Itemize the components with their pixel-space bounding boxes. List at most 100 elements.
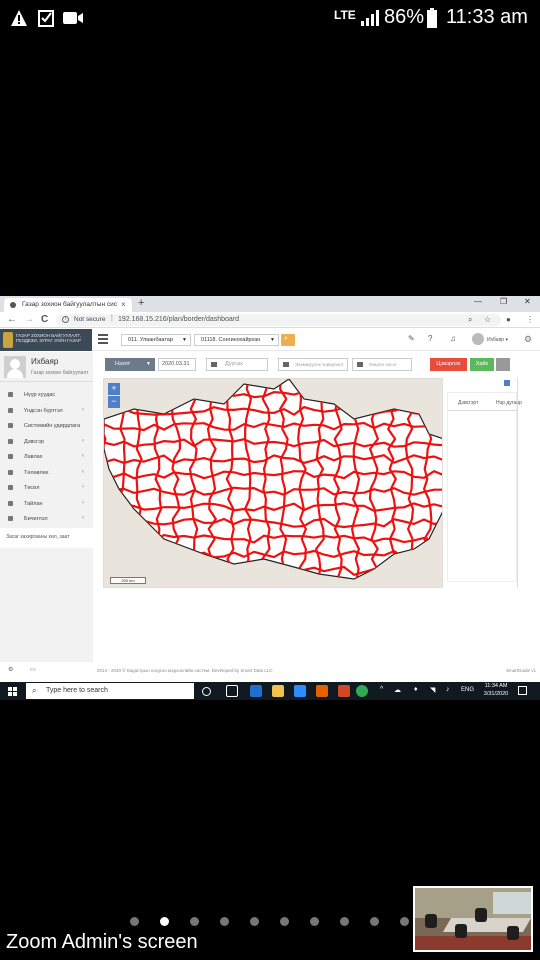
- task-view-icon[interactable]: [226, 685, 238, 697]
- sidebar-item-home[interactable]: Нүүр хуудас: [0, 388, 93, 404]
- boundary-line: [104, 565, 442, 576]
- sidebar-item-system[interactable]: Системийн удирдлага: [0, 419, 93, 435]
- sidebar-item-report[interactable]: Тайлан ‹: [0, 497, 93, 513]
- chevron-left-icon: ‹: [82, 484, 84, 490]
- restore-icon[interactable]: ❐: [500, 297, 507, 306]
- trash-icon[interactable]: [496, 358, 510, 371]
- layer-button-label: Нээлт: [115, 361, 131, 367]
- new-tab-button[interactable]: +: [138, 297, 144, 309]
- page-dot[interactable]: [220, 917, 229, 926]
- header-search-button[interactable]: ⌕: [281, 334, 295, 346]
- map-view[interactable]: + − 200 km: [103, 378, 443, 588]
- file-explorer-icon[interactable]: [272, 685, 284, 697]
- close-window-icon[interactable]: ✕: [524, 297, 531, 306]
- org-select[interactable]: 011. Улаанбаатар ▼: [121, 334, 191, 346]
- sidebar-item-registry[interactable]: Үндсэн бүртгэл ‹: [0, 404, 93, 420]
- tab-close-icon[interactable]: ×: [121, 300, 126, 309]
- notes-icon: [8, 516, 13, 521]
- boundary-line: [104, 379, 109, 579]
- chrome-icon[interactable]: [356, 685, 368, 697]
- user-menu[interactable]: Ихбаяр ▾: [487, 337, 508, 343]
- start-date-field[interactable]: 2020.03.31: [158, 358, 196, 371]
- info-icon[interactable]: i: [62, 316, 69, 323]
- monitor-icon[interactable]: ▭: [30, 666, 36, 673]
- gear-icon[interactable]: ⚙: [524, 334, 532, 345]
- volume-icon[interactable]: ♪: [446, 686, 450, 693]
- video-thumbnail[interactable]: [413, 886, 533, 952]
- avatar[interactable]: [472, 333, 484, 345]
- search-button[interactable]: Хайх: [470, 358, 494, 371]
- firefox-icon[interactable]: [316, 685, 328, 697]
- sidebar-item-planning[interactable]: Төлөвлөх ‹: [0, 466, 93, 482]
- clear-button[interactable]: Цэвэрлэх: [430, 358, 467, 371]
- browser-tab[interactable]: Газар зохион байгуулалтын сис ×: [4, 298, 132, 312]
- notification-center-icon[interactable]: [518, 686, 527, 695]
- omnibox[interactable]: i Not secure | 192.168.15.216/plan/borde…: [56, 314, 501, 326]
- sidebar-item-project[interactable]: Төсөл ‹: [0, 481, 93, 497]
- filter-2-label: Онцлог хэсэг: [369, 362, 397, 367]
- cortana-icon[interactable]: [202, 687, 211, 696]
- branch-select-value: 01118. Сонгинохайрхан: [201, 337, 261, 343]
- results-table: Дэвсгэрт Нэр дугаар: [447, 392, 522, 582]
- zoom-app-icon[interactable]: [294, 685, 306, 697]
- branch-select[interactable]: 01118. Сонгинохайрхан ▼: [194, 334, 279, 346]
- layers-icon[interactable]: [504, 380, 510, 386]
- page-dot[interactable]: [370, 917, 379, 926]
- chevron-left-icon: ‹: [82, 515, 84, 521]
- zoom-search-icon[interactable]: ⌕: [468, 315, 472, 325]
- layer-dropdown-button[interactable]: Нээлт ▼: [105, 358, 155, 371]
- zoom-in-button[interactable]: +: [108, 383, 120, 395]
- url-text[interactable]: 192.168.15.216/plan/border/dashboard: [118, 316, 239, 323]
- taskbar-date[interactable]: 3/31/2020: [481, 691, 511, 697]
- battery-percent: 86%: [384, 6, 425, 28]
- project-icon: [8, 485, 13, 490]
- chevron-down-icon: ▼: [182, 337, 187, 343]
- windows-start-icon[interactable]: [8, 687, 17, 696]
- bell-icon[interactable]: ♫: [450, 334, 456, 343]
- app-logo[interactable]: ГАЗАР ЗОХИОН БАЙГУУЛАЛТ, ГЕОДЕЗИ, ЗУРАГ …: [0, 329, 92, 351]
- wifi-icon[interactable]: ◥: [430, 686, 435, 694]
- help-icon[interactable]: ?: [428, 334, 432, 343]
- page-dot[interactable]: [250, 917, 259, 926]
- microphone-icon[interactable]: ♦: [414, 686, 418, 693]
- chevron-left-icon: ‹: [82, 406, 84, 413]
- taskbar-search-box[interactable]: ⌕ Type here to search: [26, 683, 194, 699]
- page-dot[interactable]: [130, 917, 139, 926]
- language-indicator[interactable]: ENG: [461, 687, 474, 693]
- page-dot[interactable]: [310, 917, 319, 926]
- end-date-field[interactable]: Дуусах: [206, 358, 268, 371]
- section-filter-select[interactable]: Онцлог хэсэг: [352, 358, 412, 371]
- sidebar-item-reference[interactable]: Лавлах ‹: [0, 450, 93, 466]
- purpose-filter-select[interactable]: Эзэмшүүлэх зориулалт: [278, 358, 348, 371]
- page-dot[interactable]: [160, 917, 169, 926]
- powerpoint-icon[interactable]: [338, 685, 350, 697]
- bookmark-star-icon[interactable]: ☆: [484, 315, 491, 324]
- filter-icon: [283, 362, 289, 367]
- hamburger-menu-icon[interactable]: [98, 334, 108, 344]
- sidebar-item-notes[interactable]: Бичиглэл ‹: [0, 512, 93, 528]
- page-dot[interactable]: [190, 917, 199, 926]
- sidebar-item-layers[interactable]: Дэвсгэр ‹: [0, 435, 93, 451]
- edge-icon[interactable]: [250, 685, 262, 697]
- scrollbar[interactable]: [517, 378, 523, 588]
- page-dot[interactable]: [280, 917, 289, 926]
- onedrive-icon[interactable]: ☁: [394, 686, 401, 694]
- minimize-icon[interactable]: —: [474, 297, 482, 306]
- chevron-up-icon[interactable]: ^: [380, 686, 383, 693]
- reload-button[interactable]: C: [41, 314, 48, 325]
- taskbar-search-placeholder: Type here to search: [46, 687, 108, 694]
- profile-icon[interactable]: ●: [506, 315, 511, 324]
- back-button[interactable]: ←: [7, 314, 17, 325]
- sidebar-footer: ⚙ ▭: [0, 666, 93, 676]
- page-dot[interactable]: [400, 917, 409, 926]
- gear-icon[interactable]: ⚙: [8, 666, 13, 673]
- forward-button[interactable]: →: [24, 314, 34, 325]
- taskbar-time[interactable]: 11:34 AM: [481, 683, 511, 689]
- windows-taskbar: ⌕ Type here to search ^ ☁ ♦ ◥ ♪ ENG 11:3…: [0, 682, 540, 700]
- browser-menu-icon[interactable]: ⋮: [526, 315, 534, 324]
- attachment-icon[interactable]: ✎: [408, 334, 415, 343]
- zoom-out-button[interactable]: −: [108, 396, 120, 408]
- map-scale: 200 km: [110, 577, 146, 584]
- page-dot[interactable]: [340, 917, 349, 926]
- column-header[interactable]: Дэвсгэрт: [458, 400, 478, 406]
